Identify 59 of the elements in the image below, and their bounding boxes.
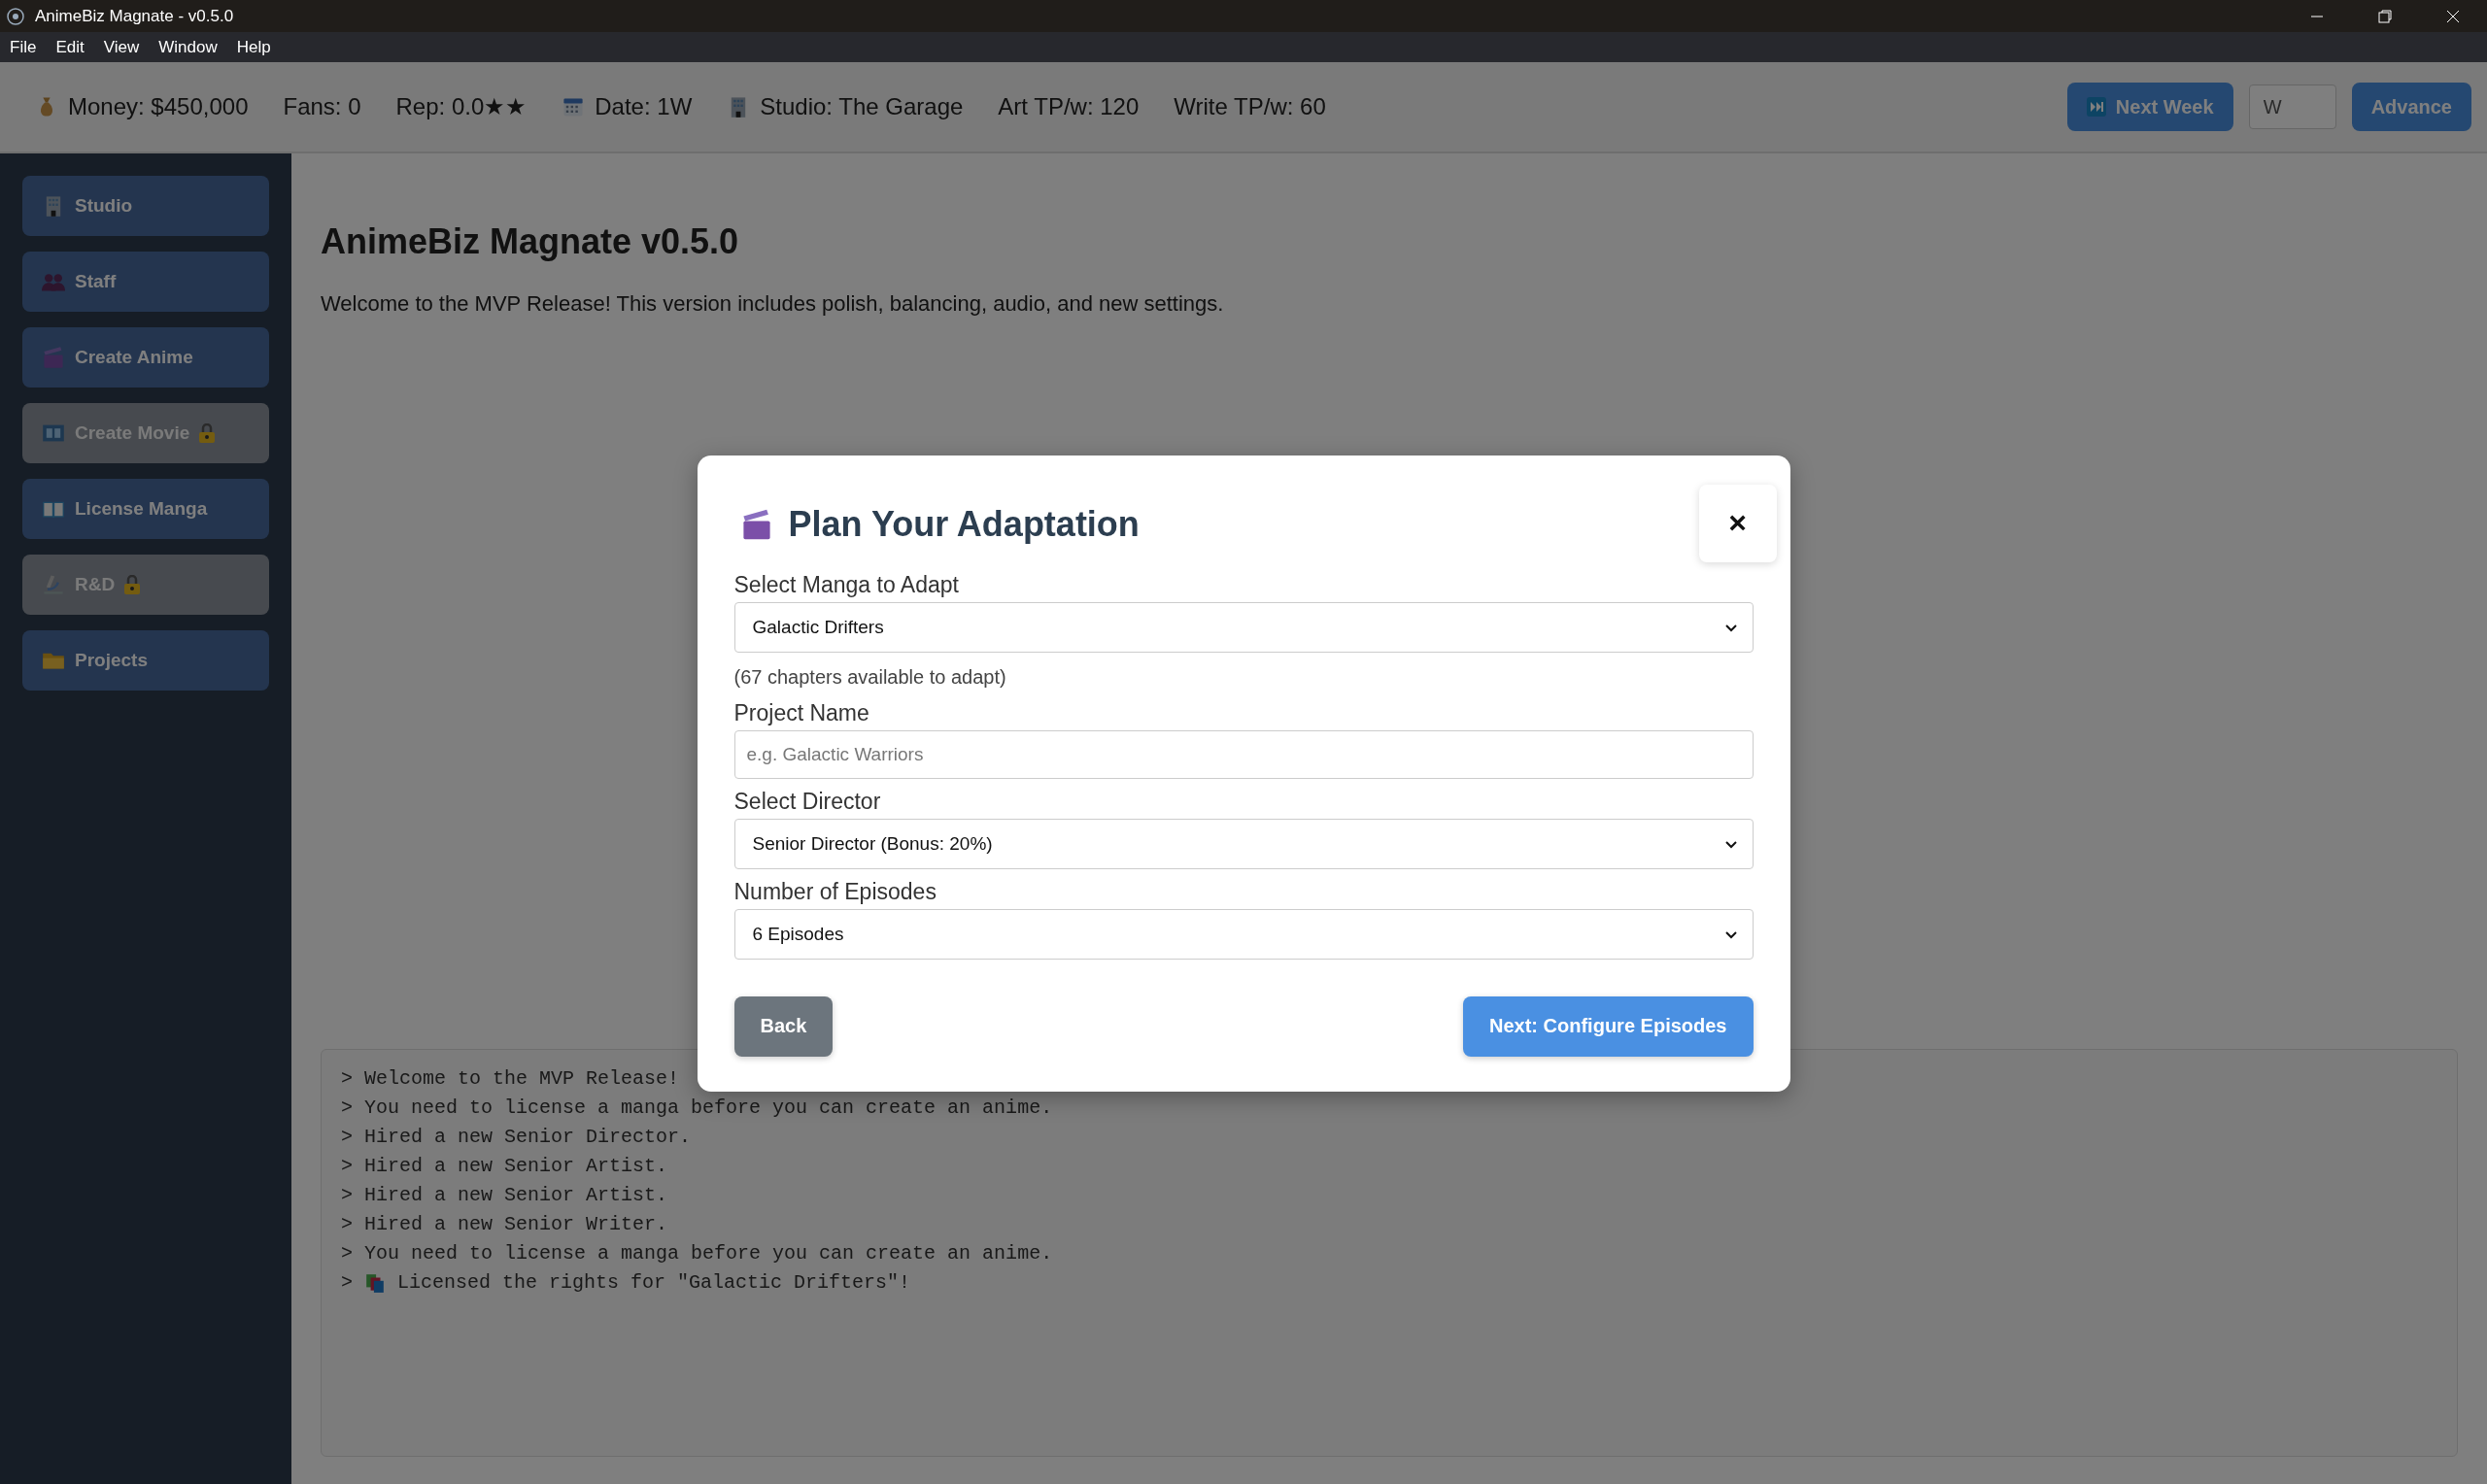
stat-text: Write TP/w: 60 [1174,93,1326,120]
clapperboard-icon [42,346,65,369]
sidebar-item[interactable]: Create Anime [22,327,269,388]
field-label: Select Director [733,788,882,815]
log-prompt: > [341,1096,353,1119]
sidebar-item[interactable]: Staff [22,252,269,312]
field-label: Project Name [733,699,870,726]
stat-text: Studio: The Garage [760,93,964,120]
stat-text: Fans: 0 [283,93,361,120]
dropdown[interactable]: Galactic Drifters [733,601,1754,653]
menu-item[interactable]: Window [149,37,227,57]
padlock-icon [199,423,216,443]
microscope-icon [42,573,65,596]
menu-item[interactable]: File [0,37,47,57]
log-prompt: > [341,1242,353,1265]
log-line: You need to license a manga before you can create an anime. [364,1242,1053,1265]
log-line: Hired a new Senior Artist. [364,1155,668,1177]
dropdown[interactable]: 6 Episodes [733,908,1754,960]
app-icon [6,6,25,26]
field-label: Number of Episodes [733,878,937,905]
stat-text: Money: $450,000 [68,93,249,120]
sidebar-item[interactable]: Projects [22,630,269,691]
input-field[interactable]: e.g. Galactic Warriors [733,729,1754,779]
log-line: You need to license a manga before you can create an anime. [364,1096,1053,1119]
books-icon [364,1271,386,1294]
log-line: Hired a new Senior Writer. [364,1213,668,1235]
field-label: Select Manga to Adapt [733,571,960,598]
log-prompt: > [341,1126,353,1148]
sidebar-item[interactable]: License Manga [22,479,269,539]
modal-title: Plan Your Adaptation [788,503,1140,545]
menu-item[interactable]: View [93,37,150,57]
back-button[interactable]: Back [733,995,834,1057]
page-heading: AnimeBiz Magnate v0.5.0 [321,221,740,262]
log-line: Hired a new Senior Director. [364,1126,692,1148]
stat-text: Art TP/w: 120 [998,93,1140,120]
close-icon[interactable] [2445,8,2461,24]
close-button[interactable]: × [1698,484,1777,562]
log-prompt: > [341,1067,353,1090]
dropdown[interactable]: Senior Director (Bonus: 20%) [733,818,1754,869]
stat-text: Rep: 0.0★★ [395,93,528,120]
weeks-field[interactable]: W [2248,84,2336,129]
padlock-icon [124,575,141,594]
sidebar-item[interactable]: Studio [22,176,269,236]
next-button[interactable]: Next: Configure Episodes [1463,995,1754,1057]
stat-text: Date: 1W [595,93,693,120]
hint-text: (67 chapters available to adapt) [733,665,1006,688]
restore-icon[interactable] [2377,8,2393,24]
log-prompt: > [341,1155,353,1177]
log-prompt: > [341,1184,353,1206]
fast-forward-icon [2086,97,2106,117]
window-title: AnimeBiz Magnate - v0.5.0 [35,6,235,26]
log-prompt: > [341,1271,353,1294]
menu-item[interactable]: Help [226,37,281,57]
log-line: Hired a new Senior Artist. [364,1184,668,1206]
log-prompt: > [341,1213,353,1235]
menu-item[interactable]: Edit [46,37,94,57]
log-line: Licensed the rights for "Galactic Drifters"! [397,1271,911,1294]
log-line: Welcome to the MVP Release! [364,1067,680,1090]
intro-text: Welcome to the MVP Release! This version includes polish, balancing, audio, and new settings. [321,291,1224,316]
